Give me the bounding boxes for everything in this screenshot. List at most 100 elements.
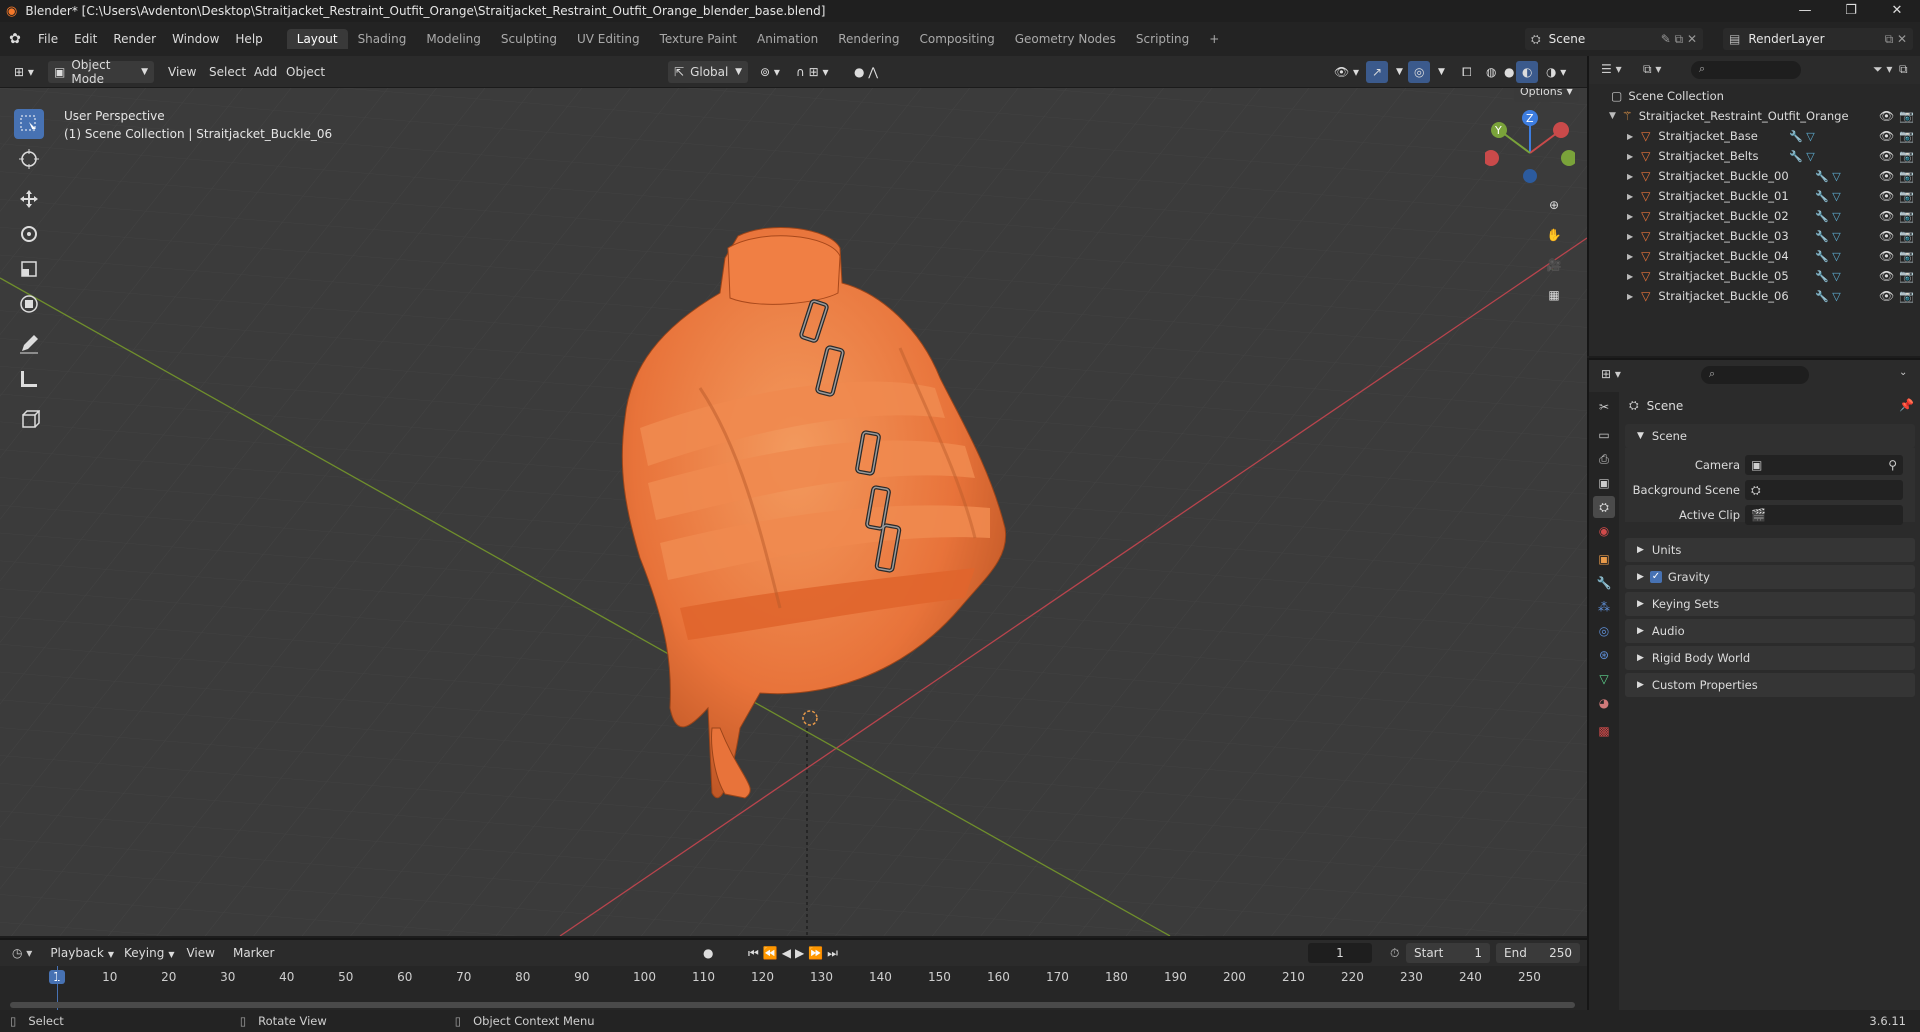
outliner-object-row[interactable]: ▶ ▽ Straitjacket_Buckle_05 🔧 ▽ 👁 📷: [1589, 266, 1920, 286]
modifier-data-icons[interactable]: 🔧 ▽: [1815, 210, 1841, 223]
new-collection-icon[interactable]: ⧉: [1899, 62, 1908, 77]
end-frame-field[interactable]: End 250: [1496, 943, 1580, 963]
tab-tool[interactable]: ✂: [1593, 396, 1615, 418]
menu-view[interactable]: View: [162, 61, 202, 83]
stopwatch-icon[interactable]: ⏱: [1390, 946, 1399, 961]
render-camera-icon[interactable]: 📷: [1899, 289, 1914, 303]
outliner-object-row[interactable]: ▶ ▽ Straitjacket_Buckle_02 🔧 ▽ 👁 📷: [1589, 206, 1920, 226]
outliner-object-row[interactable]: ▶ ▽ Straitjacket_Buckle_03 🔧 ▽ 👁 📷: [1589, 226, 1920, 246]
visibility-eye-icon[interactable]: 👁: [1879, 229, 1894, 243]
outliner-object-row[interactable]: ▶ ▽ Straitjacket_Belts 🔧 ▽ 👁 📷: [1589, 146, 1920, 166]
render-camera-icon[interactable]: 📷: [1899, 169, 1914, 183]
pan-view-button[interactable]: ✋: [1541, 222, 1567, 248]
visibility-eye-icon[interactable]: 👁: [1879, 149, 1894, 163]
modifier-data-icons[interactable]: 🔧 ▽: [1815, 190, 1841, 203]
view-layer-selector[interactable]: ▤ RenderLayer ⧉ ✕: [1723, 28, 1913, 50]
add-workspace-button[interactable]: +: [1199, 29, 1229, 49]
outliner-type-icon[interactable]: ☰ ▾: [1601, 62, 1622, 76]
visibility-eye-icon[interactable]: 👁: [1879, 209, 1894, 223]
zoom-view-button[interactable]: ⊕: [1541, 192, 1567, 218]
transform-orientation-dropdown[interactable]: ⇱ Global ▼: [668, 61, 748, 83]
transform-tool[interactable]: [14, 289, 44, 319]
properties-type-icon[interactable]: ⊞ ▾: [1601, 367, 1621, 381]
modifier-data-icons[interactable]: 🔧 ▽: [1815, 270, 1841, 283]
blender-menu-icon[interactable]: ✿: [0, 31, 30, 47]
menu-file[interactable]: File: [30, 32, 66, 46]
gizmo-toggle-button[interactable]: ↗: [1366, 61, 1389, 83]
3d-viewport[interactable]: User Perspective (1) Scene Collection | …: [0, 88, 1587, 936]
panel-units[interactable]: ▶ Units: [1625, 538, 1915, 562]
expand-arrow-icon[interactable]: ▶: [1627, 292, 1633, 301]
snap-toggle-button[interactable]: ∩ ⊞ ▾: [790, 61, 835, 83]
tab-layout[interactable]: Layout: [286, 29, 348, 49]
menu-select[interactable]: Select: [203, 61, 252, 83]
tab-geometry-nodes[interactable]: Geometry Nodes: [1005, 29, 1126, 49]
modifier-data-icons[interactable]: 🔧 ▽: [1815, 170, 1841, 183]
timeline-scrollbar[interactable]: [10, 1002, 1575, 1008]
expand-arrow-icon[interactable]: ▶: [1627, 212, 1633, 221]
render-camera-icon[interactable]: 📷: [1899, 249, 1914, 263]
visibility-eye-icon[interactable]: 👁: [1879, 109, 1894, 123]
gravity-checkbox[interactable]: ✓: [1649, 571, 1662, 583]
tab-material[interactable]: ◕: [1593, 692, 1615, 714]
menu-object[interactable]: Object: [280, 61, 331, 83]
expand-arrow-icon[interactable]: ▶: [1627, 172, 1633, 181]
record-button[interactable]: ●: [703, 946, 713, 960]
panel-scene-header[interactable]: ▼ Scene: [1625, 424, 1915, 448]
menu-marker[interactable]: Marker: [233, 946, 274, 960]
maximize-button[interactable]: ❐: [1828, 0, 1874, 22]
layer-actions-icon[interactable]: ⧉ ✕: [1885, 32, 1913, 47]
move-tool[interactable]: [14, 184, 44, 214]
expand-arrow-icon[interactable]: ▶: [1627, 152, 1633, 161]
tab-output[interactable]: ⎙: [1593, 448, 1615, 470]
visibility-eye-icon[interactable]: 👁: [1879, 189, 1894, 203]
annotate-tool[interactable]: [14, 329, 44, 359]
menu-keying[interactable]: Keying ▼: [124, 946, 174, 960]
render-camera-icon[interactable]: 📷: [1899, 209, 1914, 223]
tab-uv-editing[interactable]: UV Editing: [567, 29, 650, 49]
gizmo-menu-button[interactable]: ▼: [1390, 61, 1409, 83]
options-dropdown[interactable]: Options ▼: [1514, 88, 1579, 102]
current-frame-field[interactable]: 1: [1308, 943, 1372, 963]
visibility-eye-icon[interactable]: 👁: [1879, 169, 1894, 183]
navigation-gizmo[interactable]: Z Y: [1485, 108, 1575, 198]
expand-arrow-icon[interactable]: ▶: [1627, 232, 1633, 241]
visibility-eye-icon[interactable]: 👁: [1879, 289, 1894, 303]
menu-edit[interactable]: Edit: [66, 32, 105, 46]
tab-compositing[interactable]: Compositing: [909, 29, 1004, 49]
tab-texture-paint[interactable]: Texture Paint: [650, 29, 747, 49]
panel-rigid-body-world[interactable]: ▶ Rigid Body World: [1625, 646, 1915, 670]
render-camera-icon[interactable]: 📷: [1899, 189, 1914, 203]
modifier-data-icons[interactable]: 🔧 ▽: [1815, 290, 1841, 303]
expand-arrow-icon[interactable]: ▶: [1627, 132, 1633, 141]
menu-add[interactable]: Add: [248, 61, 283, 83]
outliner-collection[interactable]: ▼ ⚚ Straitjacket_Restraint_Outfit_Orange…: [1589, 106, 1920, 126]
filter-icon[interactable]: ⏷ ▾: [1873, 62, 1892, 77]
tab-object[interactable]: ▣: [1593, 548, 1615, 570]
outliner-scene-collection[interactable]: ▢ Scene Collection: [1589, 86, 1920, 106]
camera-view-button[interactable]: 🎥: [1541, 252, 1567, 278]
timeline-editor-icon[interactable]: ◷ ▾: [12, 946, 32, 960]
properties-search-input[interactable]: ⌕: [1701, 366, 1809, 384]
modifier-data-icons[interactable]: 🔧 ▽: [1789, 130, 1815, 143]
eyedropper-icon[interactable]: ⚲: [1888, 458, 1897, 472]
editor-type-button[interactable]: ⊞ ▾: [8, 61, 40, 83]
playback-controls[interactable]: ⏮⏪◀▶⏩⏭: [748, 946, 842, 961]
render-camera-icon[interactable]: 📷: [1899, 129, 1914, 143]
chevron-down-icon[interactable]: ⌄: [1899, 367, 1907, 378]
tab-rendering[interactable]: Rendering: [828, 29, 909, 49]
overlay-menu-button[interactable]: ▼: [1432, 61, 1451, 83]
render-camera-icon[interactable]: 📷: [1899, 229, 1914, 243]
start-frame-field[interactable]: Start 1: [1406, 943, 1490, 963]
viewport-canvas[interactable]: [0, 88, 1587, 936]
overlay-toggle-button[interactable]: ◎: [1408, 61, 1431, 83]
panel-gravity[interactable]: ▶ ✓ Gravity: [1625, 565, 1915, 589]
minimize-button[interactable]: —: [1782, 0, 1828, 22]
tab-render[interactable]: ▭: [1593, 424, 1615, 446]
display-mode-icon[interactable]: ⧉ ▾: [1643, 62, 1661, 77]
rotate-tool[interactable]: [14, 219, 44, 249]
visibility-eye-icon[interactable]: 👁: [1879, 249, 1894, 263]
tab-physics[interactable]: ◎: [1593, 620, 1615, 642]
render-camera-icon[interactable]: 📷: [1899, 269, 1914, 283]
panel-audio[interactable]: ▶ Audio: [1625, 619, 1915, 643]
